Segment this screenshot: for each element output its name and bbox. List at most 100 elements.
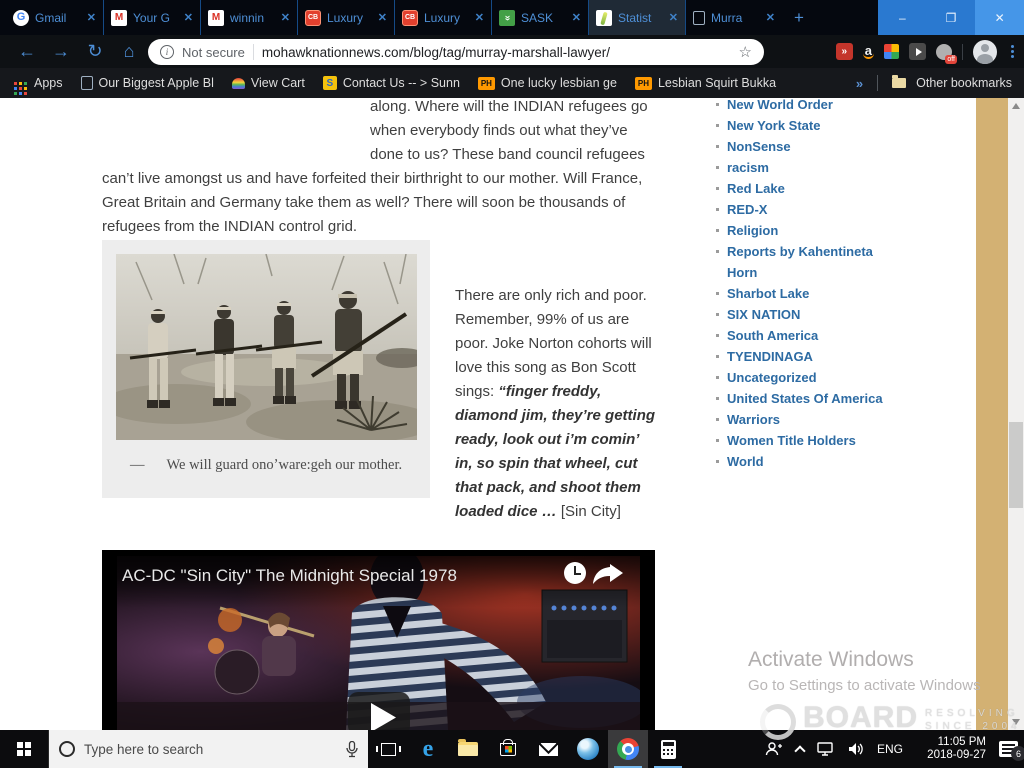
bookmark-item[interactable]: View Cart <box>232 76 305 90</box>
scrollbar-thumb[interactable] <box>1009 422 1023 508</box>
store-button[interactable] <box>488 730 528 768</box>
tab-statistics-active[interactable]: Statist ✕ <box>588 0 685 35</box>
category-link[interactable]: Warriors <box>727 409 902 430</box>
tab-close-icon[interactable]: ✕ <box>766 11 775 24</box>
mail-button[interactable] <box>528 730 568 768</box>
start-button[interactable] <box>0 730 48 768</box>
amazon-extension-icon[interactable]: a <box>863 44 874 59</box>
apps-shortcut[interactable]: Apps <box>12 76 63 90</box>
tab-winning[interactable]: M winnin ✕ <box>200 0 297 35</box>
category-link[interactable]: NonSense <box>727 136 902 157</box>
category-link[interactable]: RED-X <box>727 199 902 220</box>
tab-close-icon[interactable]: ✕ <box>87 11 96 24</box>
skype-button[interactable] <box>568 730 608 768</box>
microphone-icon[interactable] <box>346 741 358 758</box>
bookmark-item[interactable]: PH Lesbian Squirt Bukka <box>635 76 776 90</box>
taskbar-clock[interactable]: 11:05 PM 2018-09-27 <box>916 736 986 762</box>
proxy-globe-icon[interactable]: off <box>936 44 952 60</box>
system-tray: ENG 11:05 PM 2018-09-27 6 <box>765 730 1024 768</box>
volume-icon[interactable] <box>848 742 864 756</box>
tab-close-icon[interactable]: ✕ <box>184 11 193 24</box>
grid-extension-icon[interactable] <box>884 44 899 59</box>
reload-icon[interactable]: ↻ <box>78 41 112 62</box>
tab-title: SASK <box>521 11 566 25</box>
category-link[interactable]: New World Order <box>727 98 902 115</box>
search-input[interactable] <box>84 742 337 757</box>
tab-title: winnin <box>230 11 275 25</box>
watch-later-icon[interactable] <box>564 562 586 584</box>
network-icon[interactable] <box>817 742 835 756</box>
restore-button[interactable]: ❐ <box>927 0 976 35</box>
folder-icon <box>892 78 906 88</box>
back-icon[interactable]: ← <box>10 41 44 62</box>
category-link[interactable]: World <box>727 451 902 472</box>
url-text[interactable]: mohawknationnews.com/blog/tag/murray-mar… <box>262 45 731 60</box>
tab-luxury-2[interactable]: CB Luxury ✕ <box>394 0 491 35</box>
category-link[interactable]: Reports by Kahentineta Horn <box>727 241 902 283</box>
windows-logo-icon <box>17 742 23 748</box>
apps-grid-icon <box>14 82 17 85</box>
close-button[interactable]: ✕ <box>975 0 1024 35</box>
action-center-icon[interactable]: 6 <box>999 741 1018 757</box>
scroll-up-icon[interactable] <box>1012 103 1020 109</box>
bookmarks-overflow-icon[interactable]: » <box>856 76 863 91</box>
edge-button[interactable]: e <box>408 730 448 768</box>
chrome-menu-icon[interactable] <box>1007 45 1018 58</box>
bookmark-label: Contact Us -- > Sunn <box>343 76 460 90</box>
tab-close-icon[interactable]: ✕ <box>475 11 484 24</box>
category-link[interactable]: Women Title Holders <box>727 430 902 451</box>
category-link[interactable]: Red Lake <box>727 178 902 199</box>
bookmark-star-icon[interactable]: ☆ <box>739 43 752 61</box>
taskbar-search[interactable] <box>48 730 368 768</box>
gmail-icon: M <box>208 10 224 26</box>
tab-close-icon[interactable]: ✕ <box>669 11 678 24</box>
category-link[interactable]: TYENDINAGA <box>727 346 902 367</box>
tab-close-icon[interactable]: ✕ <box>281 11 290 24</box>
site-info-icon[interactable]: i <box>160 45 174 59</box>
people-icon[interactable] <box>765 742 783 756</box>
category-link[interactable]: New York State <box>727 115 902 136</box>
category-link[interactable]: South America <box>727 325 902 346</box>
category-link[interactable]: SIX NATION <box>727 304 902 325</box>
bookmark-item[interactable]: S Contact Us -- > Sunn <box>323 76 460 90</box>
tab-close-icon[interactable]: ✕ <box>572 11 581 24</box>
calculator-button[interactable] <box>648 730 688 768</box>
category-link[interactable]: racism <box>727 157 902 178</box>
category-link[interactable]: Uncategorized <box>727 367 902 388</box>
category-link[interactable]: Religion <box>727 220 902 241</box>
task-view-button[interactable] <box>368 730 408 768</box>
forward-icon[interactable]: → <box>44 41 78 62</box>
tray-expand-icon[interactable] <box>794 745 805 756</box>
bookmark-item[interactable]: Our Biggest Apple Bl <box>81 76 214 90</box>
tab-sask[interactable]: » SASK ✕ <box>491 0 588 35</box>
category-link[interactable]: Sharbot Lake <box>727 283 902 304</box>
profile-avatar[interactable] <box>973 40 997 64</box>
language-indicator[interactable]: ENG <box>877 742 903 756</box>
tab-close-icon[interactable]: ✕ <box>378 11 387 24</box>
extension-row: » a off <box>836 35 1018 68</box>
new-tab-button[interactable]: + <box>782 0 816 35</box>
play-button[interactable] <box>348 692 410 730</box>
tab-your-g[interactable]: M Your G ✕ <box>103 0 200 35</box>
minimize-button[interactable]: – <box>878 0 927 35</box>
category-link[interactable]: United States Of America <box>727 388 902 409</box>
video-extension-icon[interactable] <box>909 43 926 60</box>
google-g-icon: G <box>13 10 29 26</box>
tab-murray[interactable]: Murra ✕ <box>685 0 782 35</box>
divider <box>877 75 878 91</box>
tab-gmail[interactable]: G Gmail ✕ <box>6 0 103 35</box>
bookmark-item[interactable]: PH One lucky lesbian ge <box>478 76 617 90</box>
activate-subtitle: Go to Settings to activate Windows <box>748 677 981 694</box>
task-view-icon <box>381 743 396 756</box>
bookmark-label: One lucky lesbian ge <box>501 76 617 90</box>
chrome-button[interactable] <box>608 730 648 768</box>
file-explorer-button[interactable] <box>448 730 488 768</box>
page-scrollbar[interactable] <box>1008 98 1024 730</box>
youtube-embed[interactable]: AC-DC "Sin City" The Midnight Special 19… <box>102 550 655 730</box>
address-bar[interactable]: i Not secure mohawknationnews.com/blog/t… <box>148 39 764 65</box>
tab-luxury-1[interactable]: CB Luxury ✕ <box>297 0 394 35</box>
fastforward-extension-icon[interactable]: » <box>836 43 853 60</box>
other-bookmarks[interactable]: Other bookmarks <box>892 76 1012 90</box>
home-icon[interactable]: ⌂ <box>112 41 146 62</box>
scroll-down-icon[interactable] <box>1012 719 1020 725</box>
